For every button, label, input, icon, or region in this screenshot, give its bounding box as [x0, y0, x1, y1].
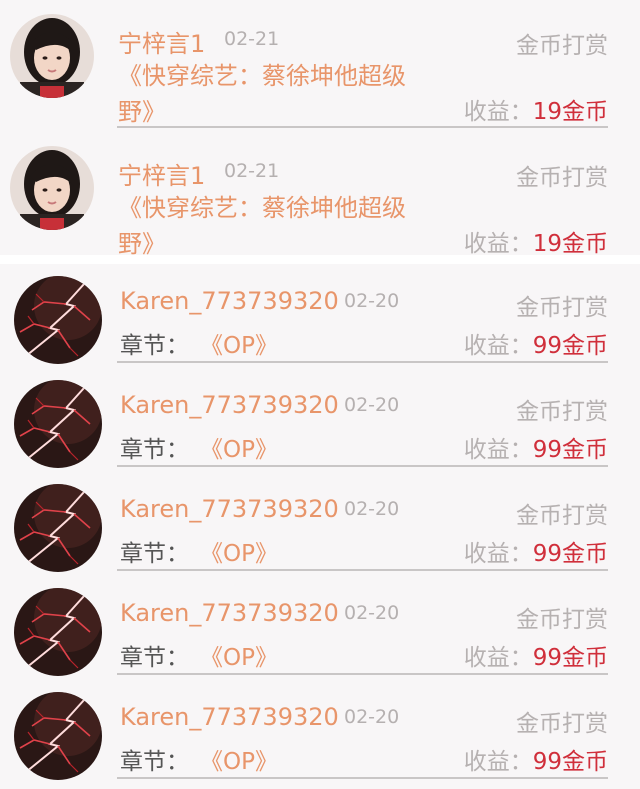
book-reward-panel: 宁梓言1 02-21 金币打赏 《快穿综艺：蔡徐坤他超级野》 收益：19金币 宁… — [0, 0, 640, 258]
earnings: 收益：99金币 — [464, 534, 608, 568]
reward-type: 金币打赏 — [516, 607, 608, 633]
reward-list-item[interactable]: 宁梓言1 02-21 金币打赏 《快穿综艺：蔡徐坤他超级野》 收益：19金币 — [0, 132, 640, 258]
user-name[interactable]: Karen_773739320 — [120, 287, 339, 315]
reward-type: 金币打赏 — [516, 165, 608, 191]
earnings-amount: 19金币 — [532, 231, 608, 257]
reward-list-item[interactable]: Karen_773739320 02-20 金币打赏 章节： 《OP》 收益：9… — [0, 472, 640, 576]
divider — [117, 126, 608, 128]
chapter-label: 章节： — [120, 333, 189, 359]
reward-type: 金币打赏 — [516, 295, 608, 321]
earnings: 收益：99金币 — [464, 742, 608, 776]
divider — [117, 361, 608, 363]
reward-date: 02-20 — [344, 290, 400, 312]
earnings: 收益：99金币 — [464, 430, 608, 464]
earnings-amount: 19金币 — [532, 99, 608, 125]
user-name[interactable]: 宁梓言1 — [118, 156, 205, 191]
earnings-label: 收益： — [463, 99, 533, 125]
chapter-name-link[interactable]: 《OP》 — [200, 326, 278, 360]
reward-type: 金币打赏 — [516, 711, 608, 737]
user-name[interactable]: Karen_773739320 — [120, 599, 339, 627]
earnings: 收益：19金币 — [464, 224, 608, 258]
reward-list-item[interactable]: Karen_773739320 02-20 金币打赏 章节： 《OP》 收益：9… — [0, 680, 640, 784]
chapter-label: 章节： — [120, 749, 189, 775]
reward-list-item[interactable]: 宁梓言1 02-21 金币打赏 《快穿综艺：蔡徐坤他超级野》 收益：19金币 — [0, 0, 640, 128]
earnings-label: 收益： — [463, 231, 533, 257]
user-name[interactable]: Karen_773739320 — [120, 391, 339, 419]
earnings-amount: 99金币 — [532, 749, 608, 775]
girl-photo-avatar-icon[interactable] — [10, 146, 94, 230]
divider — [117, 777, 608, 779]
earnings: 收益：99金币 — [464, 326, 608, 360]
lightning-avatar-icon[interactable] — [14, 380, 102, 468]
divider — [117, 465, 608, 467]
reward-date: 02-20 — [344, 706, 400, 728]
reward-type: 金币打赏 — [516, 33, 608, 59]
earnings-amount: 99金币 — [532, 437, 608, 463]
reward-date: 02-21 — [224, 160, 280, 182]
chapter-reward-panel: Karen_773739320 02-20 金币打赏 章节： 《OP》 收益：9… — [0, 264, 640, 789]
lightning-avatar-icon[interactable] — [14, 484, 102, 572]
reward-date: 02-21 — [224, 28, 280, 50]
user-name[interactable]: Karen_773739320 — [120, 495, 339, 523]
earnings: 收益：99金币 — [464, 638, 608, 672]
earnings-amount: 99金币 — [532, 645, 608, 671]
earnings-label: 收益： — [463, 749, 533, 775]
reward-type: 金币打赏 — [516, 399, 608, 425]
chapter-label: 章节： — [120, 437, 189, 463]
user-name[interactable]: Karen_773739320 — [120, 703, 339, 731]
lightning-avatar-icon[interactable] — [14, 692, 102, 780]
book-title-link[interactable]: 《快穿综艺：蔡徐坤他超级野》 — [118, 58, 438, 130]
chapter-name-link[interactable]: 《OP》 — [200, 430, 278, 464]
earnings-label: 收益： — [463, 645, 533, 671]
chapter-name-link[interactable]: 《OP》 — [200, 638, 278, 672]
earnings-label: 收益： — [463, 333, 533, 359]
chapter-name-link[interactable]: 《OP》 — [200, 534, 278, 568]
reward-list-item[interactable]: Karen_773739320 02-20 金币打赏 章节： 《OP》 收益：9… — [0, 576, 640, 680]
earnings: 收益：19金币 — [464, 92, 608, 126]
reward-date: 02-20 — [344, 498, 400, 520]
chapter-label: 章节： — [120, 541, 189, 567]
chapter-name-link[interactable]: 《OP》 — [200, 742, 278, 776]
lightning-avatar-icon[interactable] — [14, 588, 102, 676]
reward-date: 02-20 — [344, 602, 400, 624]
earnings-amount: 99金币 — [532, 541, 608, 567]
divider — [117, 673, 608, 675]
earnings-amount: 99金币 — [532, 333, 608, 359]
reward-list-item[interactable]: Karen_773739320 02-20 金币打赏 章节： 《OP》 收益：9… — [0, 264, 640, 368]
lightning-avatar-icon[interactable] — [14, 276, 102, 364]
book-title-link[interactable]: 《快穿综艺：蔡徐坤他超级野》 — [118, 190, 438, 262]
divider — [117, 569, 608, 571]
girl-photo-avatar-icon[interactable] — [10, 14, 94, 98]
user-name[interactable]: 宁梓言1 — [118, 24, 205, 59]
chapter-label: 章节： — [120, 645, 189, 671]
earnings-label: 收益： — [463, 541, 533, 567]
reward-type: 金币打赏 — [516, 503, 608, 529]
reward-date: 02-20 — [344, 394, 400, 416]
earnings-label: 收益： — [463, 437, 533, 463]
reward-list-item[interactable]: Karen_773739320 02-20 金币打赏 章节： 《OP》 收益：9… — [0, 368, 640, 472]
